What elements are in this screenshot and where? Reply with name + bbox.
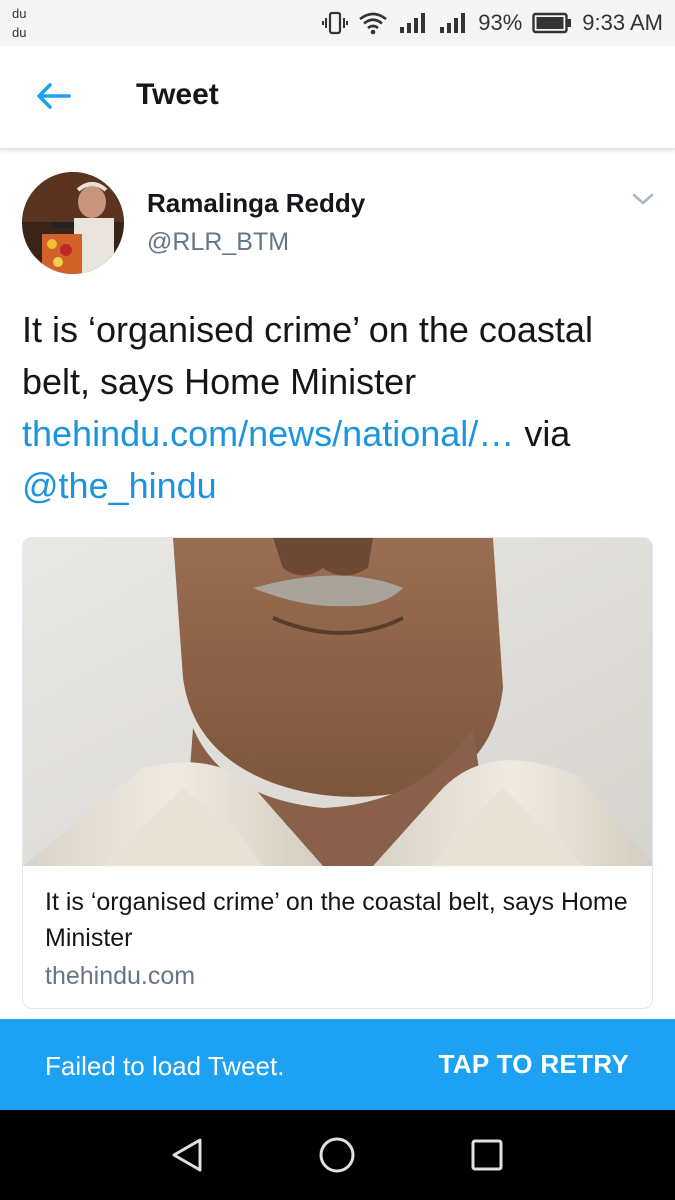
via-label: via bbox=[524, 413, 571, 454]
recents-square-icon[interactable] bbox=[464, 1132, 510, 1178]
tweet-link[interactable]: thehindu.com/news/national/… bbox=[22, 413, 514, 454]
home-circle-icon[interactable] bbox=[314, 1132, 360, 1178]
carrier-line-1: du bbox=[12, 6, 27, 21]
back-triangle-icon[interactable] bbox=[164, 1132, 210, 1178]
clock: 9:33 AM bbox=[582, 10, 663, 35]
tweet-text: It is ‘organised crime’ on the coastal b… bbox=[22, 304, 652, 512]
author-handle[interactable]: @RLR_BTM bbox=[147, 228, 289, 257]
vibrate-icon bbox=[322, 10, 349, 36]
navigation-bar bbox=[0, 1110, 675, 1200]
error-banner: Failed to load Tweet. TAP TO RETRY bbox=[0, 1019, 675, 1110]
tweet-body: It is ‘organised crime’ on the coastal b… bbox=[22, 309, 593, 402]
chevron-down-icon bbox=[632, 192, 654, 211]
carrier-label: du du bbox=[12, 4, 26, 42]
battery-icon bbox=[532, 12, 572, 34]
signal-icon bbox=[398, 11, 428, 35]
retry-button[interactable]: TAP TO RETRY bbox=[439, 1049, 629, 1080]
battery-percent: 93% bbox=[478, 10, 523, 35]
app-bar: Tweet bbox=[0, 46, 675, 150]
card-image[interactable] bbox=[23, 538, 652, 866]
avatar[interactable] bbox=[22, 172, 124, 274]
back-button[interactable] bbox=[28, 76, 78, 120]
author-name[interactable]: Ramalinga Reddy bbox=[147, 188, 365, 219]
mention-link[interactable]: @the_hindu bbox=[22, 465, 217, 506]
arrow-left-icon bbox=[35, 82, 71, 115]
error-message: Failed to load Tweet. bbox=[45, 1051, 285, 1081]
status-bar: du du 93% 9:33 AM bbox=[0, 0, 675, 46]
signal-icon bbox=[438, 11, 468, 35]
carrier-line-2: du bbox=[12, 25, 27, 40]
wifi-icon bbox=[358, 11, 388, 35]
card-title[interactable]: It is ‘organised crime’ on the coastal b… bbox=[45, 884, 630, 956]
tweet-menu-button[interactable] bbox=[628, 188, 658, 214]
card-domain: thehindu.com bbox=[45, 962, 196, 990]
status-icons: 93% 9:33 AM bbox=[322, 8, 663, 38]
page-title: Tweet bbox=[136, 78, 219, 111]
